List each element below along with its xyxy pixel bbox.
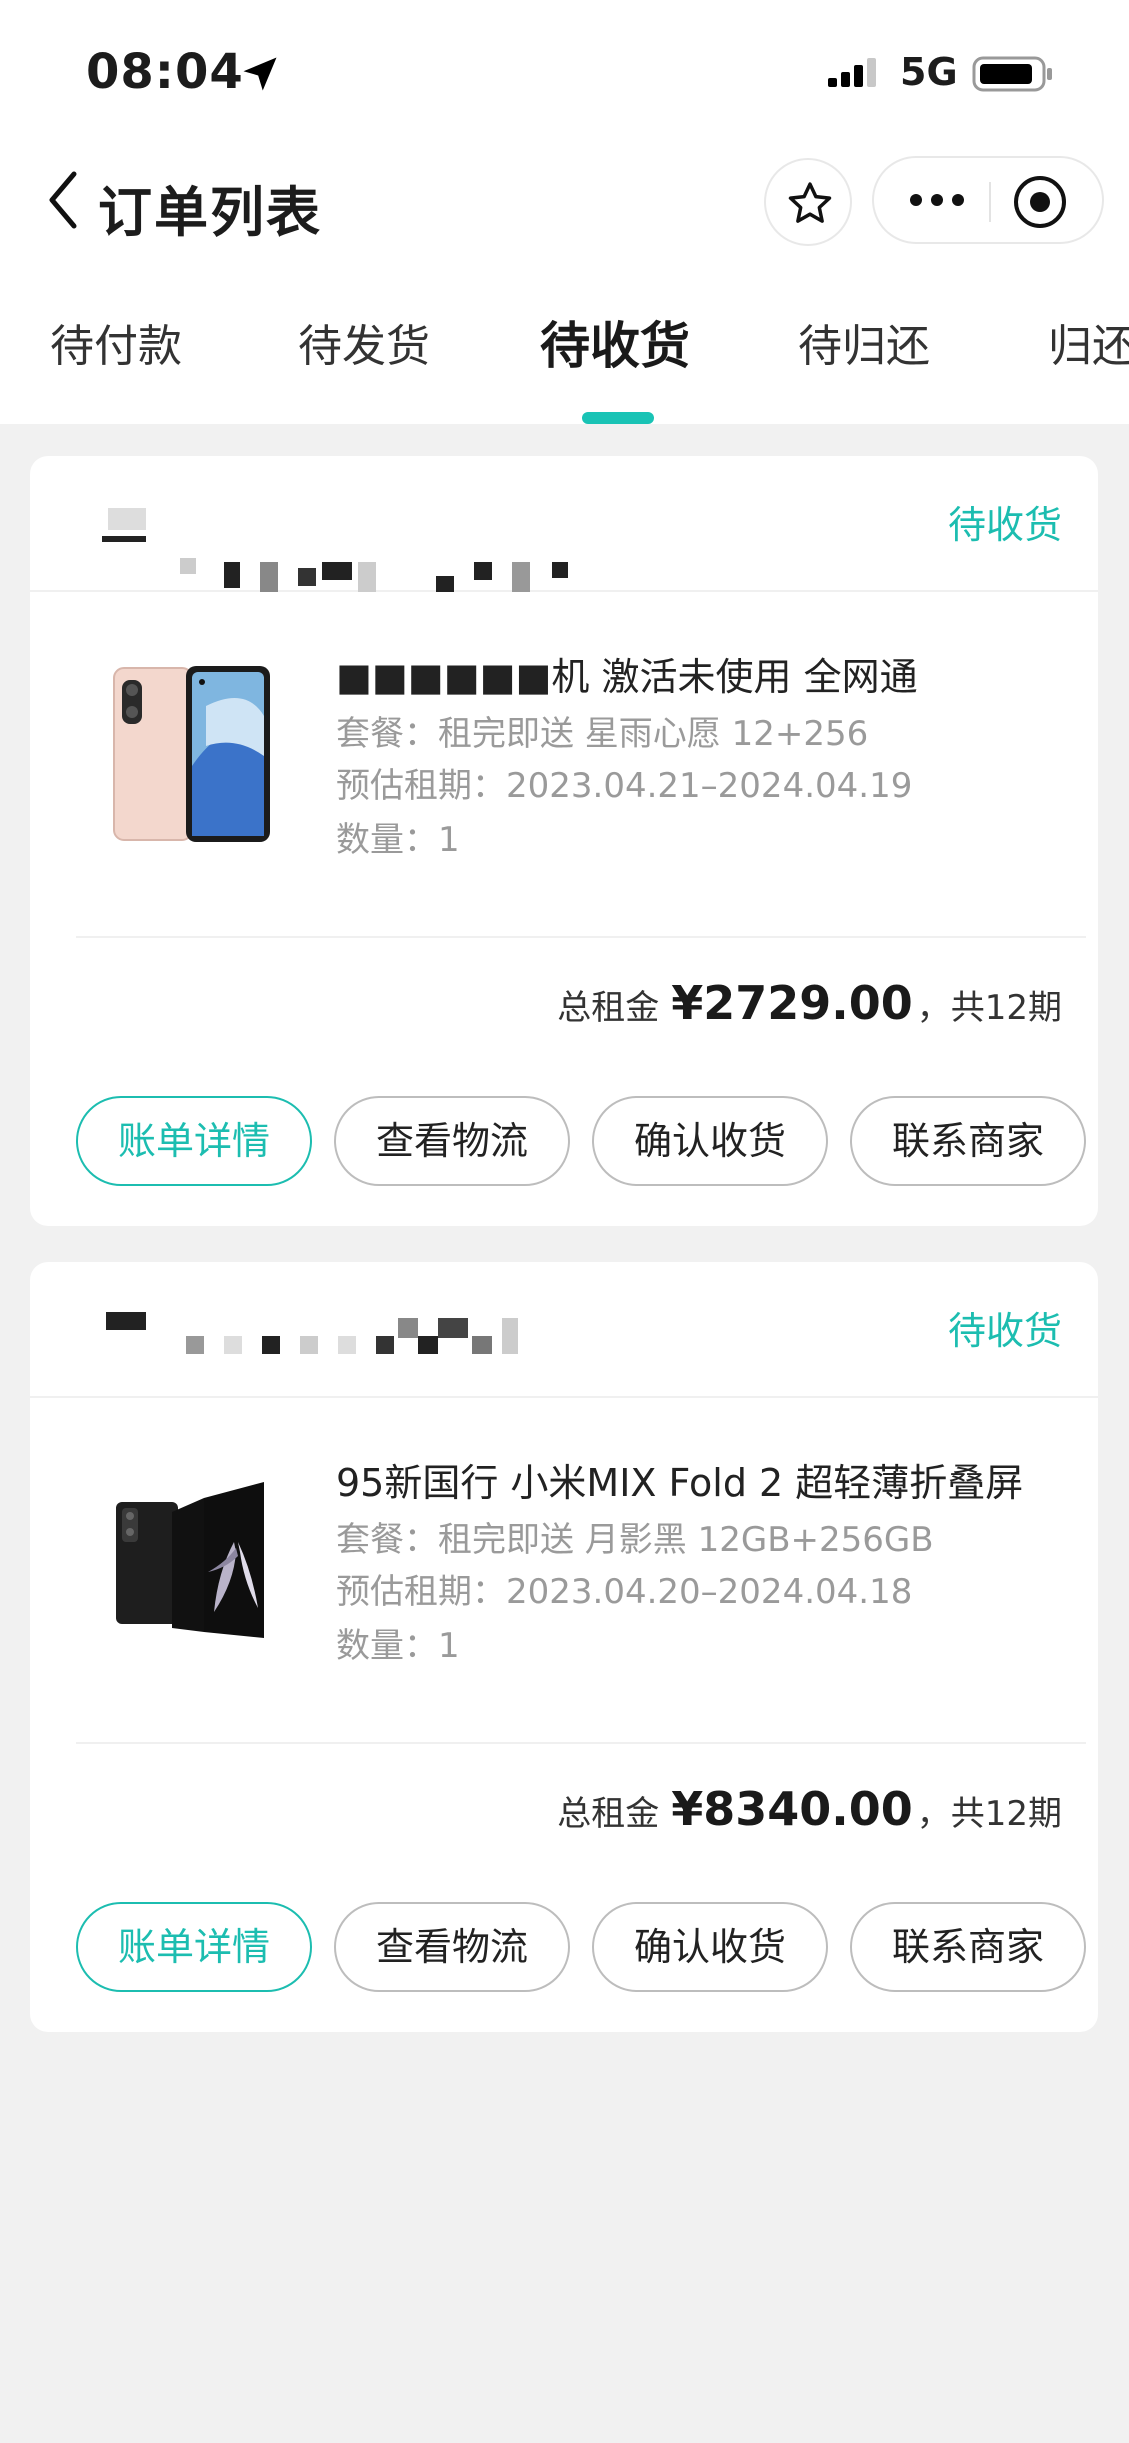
redaction-mosaic-block (436, 576, 454, 592)
tab-pending-receipt[interactable]: 待收货 (540, 306, 690, 378)
redaction-mosaic-block (438, 1318, 468, 1338)
confirm-receipt-button[interactable]: 确认收货 (592, 1096, 828, 1186)
view-logistics-button[interactable]: 查看物流 (334, 1096, 570, 1186)
total-rent-installments: ，共12期 (916, 1794, 1062, 1834)
redaction-mosaic-block (418, 1336, 438, 1354)
total-rent-label: 总租金 (557, 1794, 660, 1834)
more-dots-icon[interactable] (908, 190, 966, 210)
redaction-mosaic-block (260, 562, 278, 592)
redaction-mosaic-block (180, 558, 196, 574)
order-card-header: 待收货 (30, 1262, 1098, 1398)
product-image-phone[interactable] (86, 646, 298, 858)
total-rent-amount: ¥2729.00 (671, 976, 913, 1030)
bill-details-button[interactable]: 账单详情 (76, 1902, 312, 1992)
redaction-mosaic-block (512, 562, 530, 592)
product-name[interactable]: ■■■■■■机 激活未使用 全网通 (336, 646, 1066, 701)
tab-pending-payment[interactable]: 待付款 (50, 310, 182, 374)
order-status: 待收货 (947, 1309, 1062, 1353)
redaction-mosaic-block (106, 1312, 146, 1330)
order-status: 待收货 (947, 503, 1062, 547)
order-card[interactable]: 待收货 ■■■■■■机 激活未使用 全网通 套餐：租完即送 星雨心愿 12+25… (30, 456, 1098, 1226)
redaction-mosaic-block (186, 1336, 204, 1354)
tab-returning[interactable]: 归还中 (1048, 310, 1129, 374)
rental-period: 预估租期：2023.04.21–2024.04.19 (336, 766, 913, 806)
redaction-mosaic-block (224, 562, 240, 588)
contact-merchant-button[interactable]: 联系商家 (850, 1902, 1086, 1992)
redaction-mosaic-block (298, 568, 316, 586)
product-name[interactable]: 95新国行 小米MIX Fold 2 超轻薄折叠屏 (336, 1452, 1066, 1507)
shop-name-redacted[interactable] (76, 1304, 596, 1364)
order-card[interactable]: 待收货 95新国行 小米MIX Fold 2 超轻薄折叠屏 套餐：租完即送 月影… (30, 1262, 1098, 2032)
contact-merchant-button[interactable]: 联系商家 (850, 1096, 1086, 1186)
redaction-mosaic-block (398, 1318, 418, 1338)
confirm-receipt-button[interactable]: 确认收货 (592, 1902, 828, 1992)
redaction-mosaic-block (322, 562, 352, 580)
bill-details-button[interactable]: 账单详情 (76, 1096, 312, 1186)
redaction-mosaic-block (376, 1336, 394, 1354)
active-tab-indicator (582, 412, 654, 424)
rental-period: 预估租期：2023.04.20–2024.04.18 (336, 1572, 913, 1612)
redaction-mosaic-block (102, 536, 146, 542)
quantity: 数量：1 (336, 820, 460, 860)
miniapp-capsule (872, 156, 1104, 244)
total-rent-label: 总租金 (557, 988, 660, 1028)
redaction-mosaic-block (474, 562, 492, 580)
signal-strength-icon (828, 58, 876, 87)
back-chevron-icon[interactable] (44, 168, 84, 232)
tab-pending-return[interactable]: 待归还 (798, 310, 930, 374)
redaction-mosaic-block (358, 562, 376, 592)
battery-icon (972, 56, 1052, 92)
package-info: 套餐：租完即送 月影黑 12GB+256GB (336, 1520, 934, 1560)
redaction-mosaic-block (108, 508, 146, 530)
redaction-mosaic-block (502, 1318, 518, 1354)
shop-name-redacted[interactable] (76, 498, 596, 592)
total-rent-row: 总租金 ¥2729.00 ，共12期 (557, 976, 1062, 1030)
redaction-mosaic-block (224, 1336, 242, 1354)
star-icon (788, 182, 832, 223)
redaction-mosaic-block (262, 1336, 280, 1354)
tab-pending-shipment[interactable]: 待发货 (298, 310, 430, 374)
network-type: 5G (900, 50, 958, 94)
capsule-divider (989, 182, 991, 222)
product-image-foldable-phone[interactable] (86, 1452, 298, 1664)
redaction-mosaic-block (338, 1336, 356, 1354)
quantity: 数量：1 (336, 1626, 460, 1666)
view-logistics-button[interactable]: 查看物流 (334, 1902, 570, 1992)
package-info: 套餐：租完即送 星雨心愿 12+256 (336, 714, 869, 754)
favorite-button[interactable] (764, 158, 852, 246)
close-target-icon[interactable] (1012, 174, 1068, 230)
redaction-mosaic-block (552, 562, 568, 578)
page-title: 订单列表 (98, 181, 322, 244)
card-divider (76, 936, 1086, 938)
redaction-mosaic-block (300, 1336, 318, 1354)
total-rent-installments: ，共12期 (916, 988, 1062, 1028)
card-divider (76, 1742, 1086, 1744)
status-time: 08:04 (86, 44, 244, 100)
redaction-mosaic-block (472, 1336, 492, 1354)
location-arrow-icon (243, 57, 277, 91)
order-card-header: 待收货 (30, 456, 1098, 592)
total-rent-amount: ¥8340.00 (671, 1782, 913, 1836)
total-rent-row: 总租金 ¥8340.00 ，共12期 (557, 1782, 1062, 1836)
